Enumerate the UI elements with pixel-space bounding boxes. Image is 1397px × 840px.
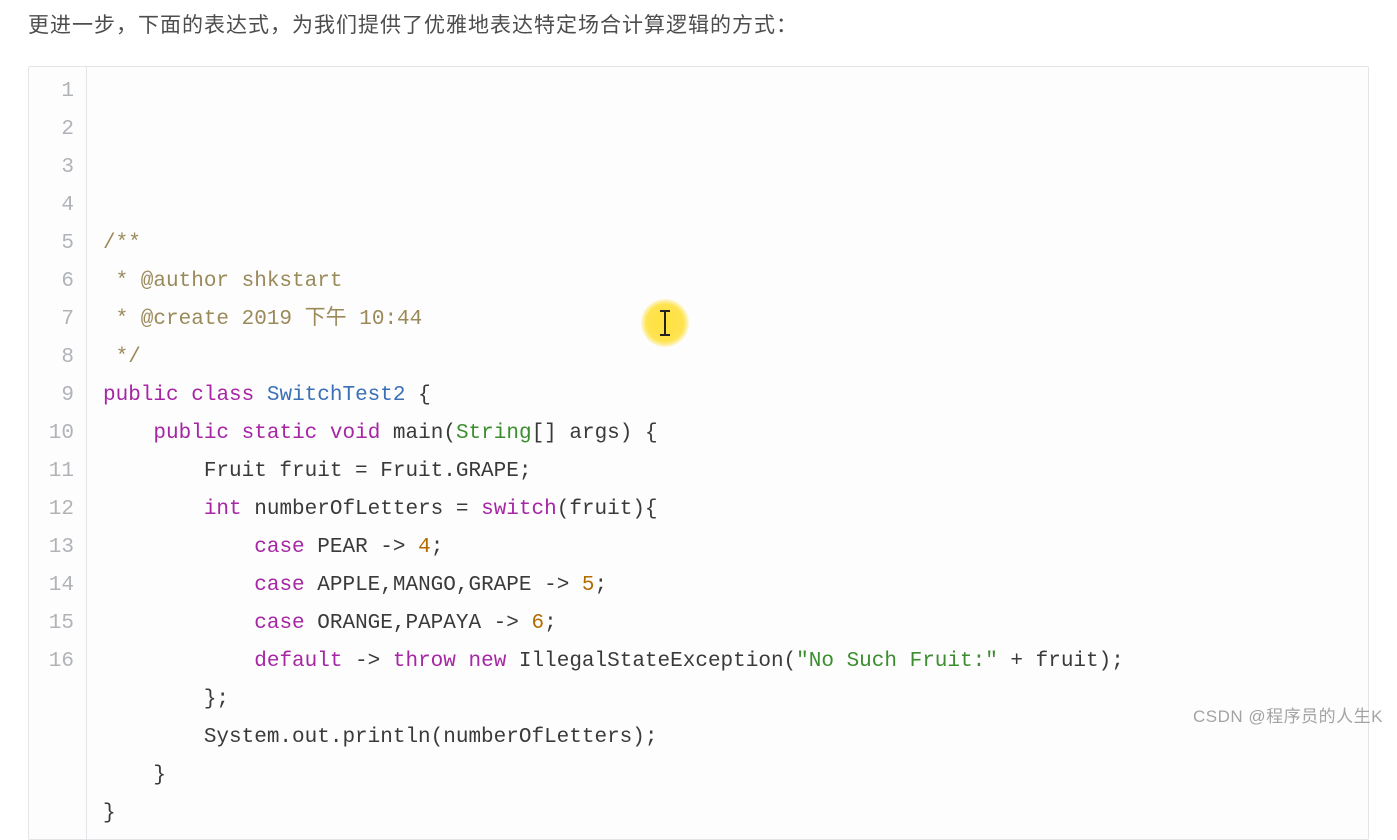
code-content[interactable]: /** * @author shkstart * @create 2019 下午…	[87, 67, 1132, 839]
intro-paragraph: 更进一步，下面的表达式，为我们提供了优雅地表达特定场合计算逻辑的方式：	[0, 0, 1397, 44]
code-line: * @create 2019 下午 10:44	[103, 301, 1124, 339]
line-number: 16	[29, 643, 74, 681]
code-line: Fruit fruit = Fruit.GRAPE;	[103, 453, 1124, 491]
code-line: case PEAR -> 4;	[103, 529, 1124, 567]
line-number: 4	[29, 187, 74, 225]
code-line: };	[103, 681, 1124, 719]
code-line: /**	[103, 225, 1124, 263]
code-line: System.out.println(numberOfLetters);	[103, 719, 1124, 757]
code-line: int numberOfLetters = switch(fruit){	[103, 491, 1124, 529]
code-line: }	[103, 757, 1124, 795]
line-number: 12	[29, 491, 74, 529]
code-line: public class SwitchTest2 {	[103, 377, 1124, 415]
line-number: 7	[29, 301, 74, 339]
line-number: 5	[29, 225, 74, 263]
line-number: 1	[29, 73, 74, 111]
watermark-text: CSDN @程序员的人生K	[1193, 702, 1383, 727]
code-block: 12345678910111213141516 /** * @author sh…	[28, 66, 1369, 840]
line-number: 2	[29, 111, 74, 149]
line-number: 3	[29, 149, 74, 187]
line-number: 9	[29, 377, 74, 415]
line-number: 13	[29, 529, 74, 567]
line-number: 14	[29, 567, 74, 605]
line-number: 15	[29, 605, 74, 643]
code-line: case APPLE,MANGO,GRAPE -> 5;	[103, 567, 1124, 605]
code-line: public static void main(String[] args) {	[103, 415, 1124, 453]
line-number: 8	[29, 339, 74, 377]
line-number: 6	[29, 263, 74, 301]
line-number: 11	[29, 453, 74, 491]
code-line: default -> throw new IllegalStateExcepti…	[103, 643, 1124, 681]
code-line: }	[103, 795, 1124, 833]
code-line: * @author shkstart	[103, 263, 1124, 301]
line-number-gutter: 12345678910111213141516	[29, 67, 87, 839]
line-number: 10	[29, 415, 74, 453]
code-line: case ORANGE,PAPAYA -> 6;	[103, 605, 1124, 643]
code-line: */	[103, 339, 1124, 377]
